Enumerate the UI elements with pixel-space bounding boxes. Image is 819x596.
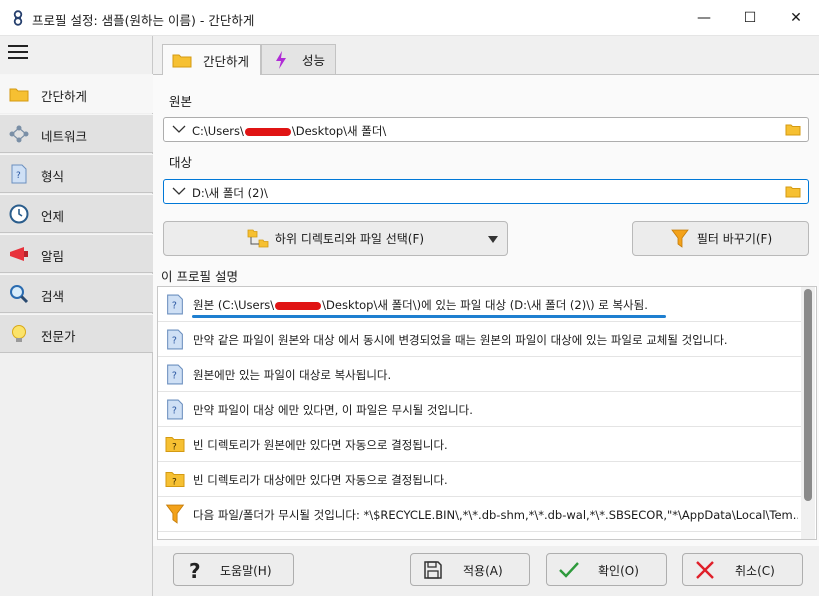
dropdown-caret-icon[interactable]: [488, 236, 498, 243]
svg-text:?: ?: [172, 478, 177, 488]
folder-question-icon: ?: [165, 437, 185, 453]
list-item: ? 원본에만 있는 파일이 대상로 복사됩니다.: [158, 357, 801, 392]
network-icon: [8, 124, 30, 144]
cross-icon: [693, 559, 717, 581]
description-text: 빈 디렉토리가 원본에만 있다면 자동으로 결정됩니다.: [193, 438, 448, 452]
list-item: ? 빈 디렉토리가 원본에만 있다면 자동으로 결정됩니다.: [158, 427, 801, 462]
description-text: 빈 디렉토리가 대상에만 있다면 자동으로 결정됩니다.: [193, 473, 448, 487]
description-label: 이 프로필 설명: [161, 269, 238, 284]
sidebar-item-label: 형식: [41, 169, 65, 184]
document-question-icon: ?: [8, 164, 30, 184]
subdir-select-label: 하위 디렉토리와 파일 선택(F): [274, 232, 425, 246]
funnel-icon: [669, 228, 691, 250]
target-path[interactable]: D:\새 폴더 (2)\: [192, 185, 268, 201]
tab-performance[interactable]: 성능: [261, 44, 336, 74]
folder-icon: [8, 84, 30, 104]
browse-folder-icon[interactable]: [785, 123, 801, 136]
highlight-underline: [192, 315, 666, 318]
tab-simple[interactable]: 간단하게: [162, 44, 261, 75]
redaction-mark: [275, 301, 322, 310]
sidebar-item-network[interactable]: 네트워크: [0, 114, 153, 153]
redaction-mark: [244, 127, 291, 136]
chevron-down-icon[interactable]: [172, 124, 186, 134]
svg-text:?: ?: [16, 171, 21, 181]
list-item: ? 만약 같은 파일이 원본와 대상 에서 동시에 변경되었을 때는 원본의 파…: [158, 322, 801, 357]
sidebar-item-label: 전문가: [41, 329, 76, 344]
checkmark-icon: [557, 559, 581, 581]
description-text: 원본에만 있는 파일이 대상로 복사됩니다.: [193, 368, 392, 382]
change-filter-label: 필터 바꾸기(F): [696, 232, 773, 246]
help-label: 도움말(H): [220, 564, 272, 578]
document-question-icon: ?: [167, 294, 183, 315]
folder-tree-icon: [247, 228, 269, 250]
svg-text:?: ?: [172, 443, 177, 453]
close-button[interactable]: ✕: [773, 0, 819, 36]
clock-icon: [8, 204, 30, 224]
folder-icon: [171, 51, 193, 69]
help-button[interactable]: ? 도움말(H): [173, 553, 294, 586]
scrollbar-thumb[interactable]: [804, 289, 812, 501]
description-text: 만약 같은 파일이 원본와 대상 에서 동시에 변경되었을 때는 원본의 파일이…: [193, 333, 728, 347]
magnifier-icon: [8, 284, 30, 304]
list-item: ? 빈 디렉토리가 대상에만 있다면 자동으로 결정됩니다.: [158, 462, 801, 497]
svg-text:?: ?: [172, 371, 177, 382]
description-text: 원본 (C:\Users\ \Desktop\새 폴더\)에 있는 파일 대상 (…: [193, 298, 648, 312]
svg-text:?: ?: [189, 559, 201, 581]
source-combobox[interactable]: C:\Users\ \Desktop\새 폴더\: [163, 117, 809, 142]
subdir-select-button[interactable]: 하위 디렉토리와 파일 선택(F): [163, 221, 508, 256]
tab-label: 간단하게: [203, 53, 250, 69]
lightning-icon: [270, 50, 292, 69]
target-combobox[interactable]: D:\새 폴더 (2)\: [163, 179, 809, 204]
source-label: 원본: [169, 94, 193, 109]
document-question-icon: ?: [167, 399, 183, 420]
tab-label: 성능: [302, 53, 326, 68]
hamburger-menu-icon[interactable]: [8, 45, 28, 61]
sidebar-item-label: 네트워크: [41, 129, 88, 144]
document-question-icon: ?: [167, 329, 183, 350]
apply-label: 적용(A): [463, 564, 503, 578]
minimize-button[interactable]: —: [681, 0, 727, 36]
title-bar: 프로필 설정: 샘플(원하는 이름) - 간단하게 — ☐ ✕: [0, 0, 819, 36]
list-item: ? 만약 파일이 대상 에만 있다면, 이 파일은 무시될 것입니다.: [158, 392, 801, 427]
list-item: ? 원본 (C:\Users\ \Desktop\새 폴더\)에 있는 파일 대상…: [158, 287, 801, 322]
funnel-icon: [165, 504, 185, 524]
folder-question-icon: ?: [165, 472, 185, 488]
description-text: 다음 파일/폴더가 무시될 것입니다: *\$RECYCLE.BIN\,*\*.…: [193, 508, 798, 522]
source-path[interactable]: C:\Users\ \Desktop\새 폴더\: [192, 123, 386, 139]
sidebar-item-search[interactable]: 검색: [0, 274, 153, 313]
window-title: 프로필 설정: 샘플(원하는 이름) - 간단하게: [32, 13, 255, 28]
sidebar-item-expert[interactable]: 전문가: [0, 314, 153, 353]
list-item: 다음 파일/폴더가 무시될 것입니다: *\$RECYCLE.BIN\,*\*.…: [158, 497, 801, 532]
sidebar-item-simple[interactable]: 간단하게: [0, 74, 153, 113]
description-list: ? 원본 (C:\Users\ \Desktop\새 폴더\)에 있는 파일 대상…: [157, 286, 817, 540]
question-mark-icon: ?: [184, 559, 208, 581]
document-question-icon: ?: [167, 364, 183, 385]
svg-text:?: ?: [172, 336, 177, 347]
sidebar-item-label: 검색: [41, 289, 65, 304]
browse-folder-icon[interactable]: [785, 185, 801, 198]
ok-label: 확인(O): [598, 564, 639, 578]
save-disk-icon: [421, 559, 445, 581]
apply-button[interactable]: 적용(A): [410, 553, 530, 586]
lightbulb-icon: [8, 324, 30, 344]
maximize-button[interactable]: ☐: [727, 0, 773, 36]
description-text: 만약 파일이 대상 에만 있다면, 이 파일은 무시될 것입니다.: [193, 403, 473, 417]
target-label: 대상: [169, 155, 193, 170]
sidebar-item-label: 간단하게: [41, 89, 88, 104]
chevron-down-icon[interactable]: [172, 186, 186, 196]
sidebar-item-label: 알림: [41, 249, 65, 264]
ok-button[interactable]: 확인(O): [546, 553, 667, 586]
megaphone-icon: [8, 244, 30, 264]
vertical-scrollbar[interactable]: [801, 287, 815, 539]
svg-text:?: ?: [172, 301, 177, 312]
sidebar-item-format[interactable]: ? 형식: [0, 154, 153, 193]
sidebar-item-when[interactable]: 언제: [0, 194, 153, 233]
cancel-label: 취소(C): [735, 564, 775, 578]
sidebar-item-label: 언제: [41, 209, 65, 224]
change-filter-button[interactable]: 필터 바꾸기(F): [632, 221, 809, 256]
app-logo-icon: [13, 10, 23, 26]
svg-text:?: ?: [172, 406, 177, 417]
sidebar-item-notification[interactable]: 알림: [0, 234, 153, 273]
cancel-button[interactable]: 취소(C): [682, 553, 803, 586]
